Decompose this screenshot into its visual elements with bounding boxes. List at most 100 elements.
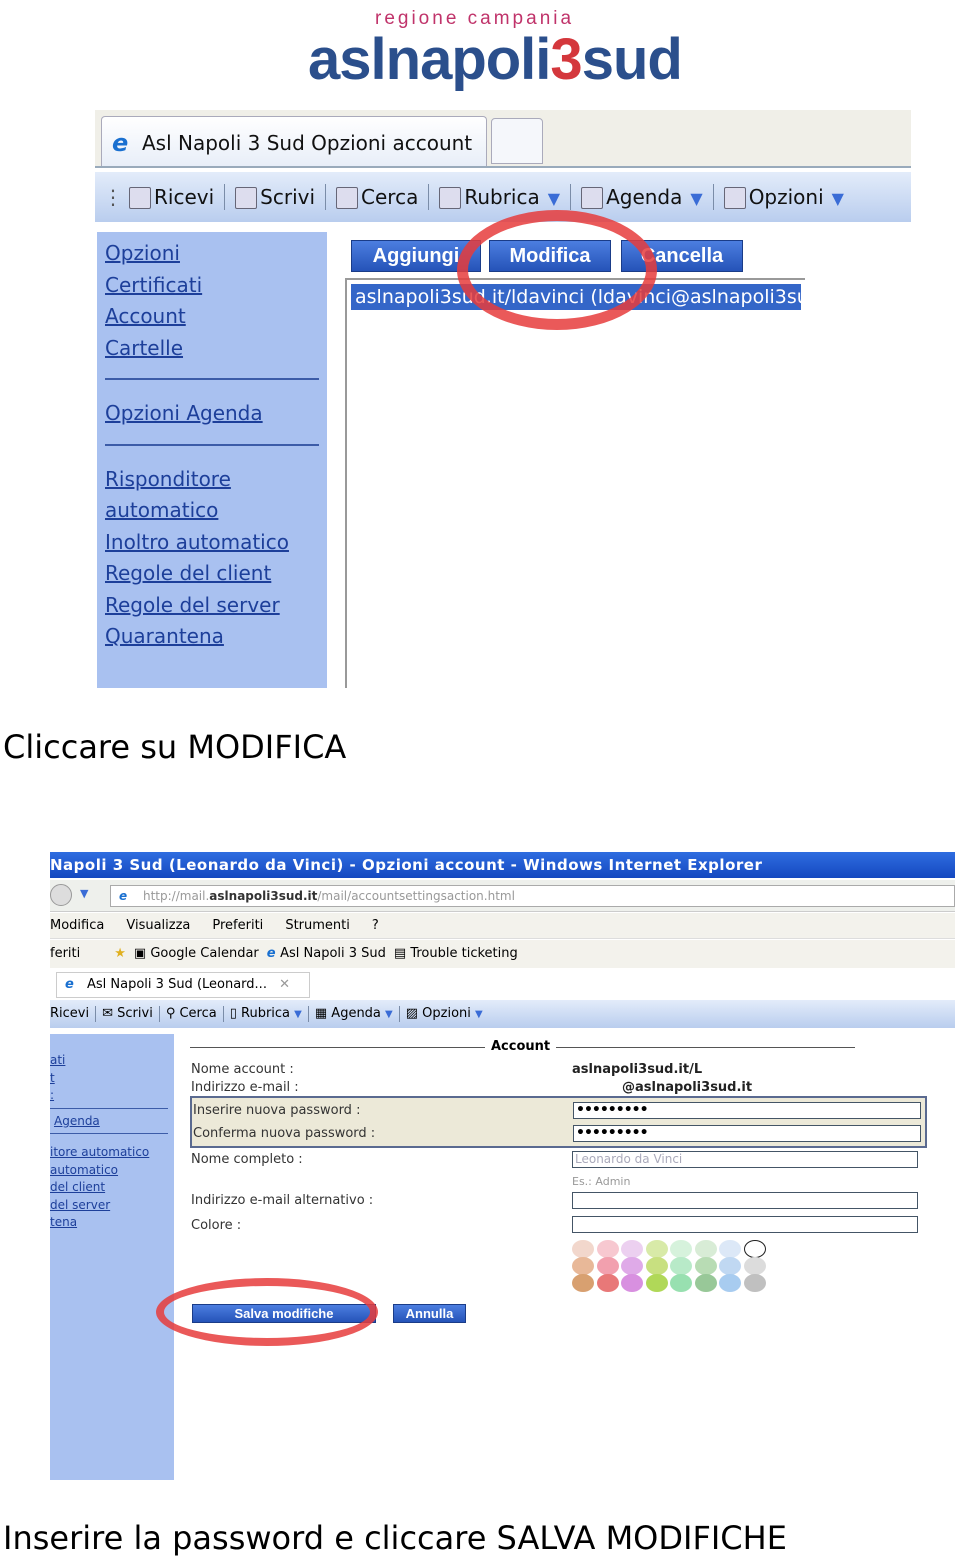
mail-toolbar: Ricevi ✉ Scrivi ⚲ Cerca ▯ Rubrica ▼ ▦ Ag… bbox=[50, 1000, 955, 1028]
toolbar-agenda[interactable]: ▦ Agenda ▼ bbox=[315, 1000, 393, 1029]
toolbar-ricevi[interactable]: Ricevi bbox=[129, 185, 214, 210]
favorites-label[interactable]: feriti bbox=[50, 940, 80, 968]
sidebar-item-regole-server[interactable]: Regole del server bbox=[105, 590, 319, 622]
address-input[interactable]: e http://mail.aslnapoli3sud.it/mail/acco… bbox=[110, 885, 955, 907]
sidebar-item[interactable]: ati bbox=[50, 1052, 174, 1070]
screenshot-step2: Napoli 3 Sud (Leonardo da Vinci) - Opzio… bbox=[50, 850, 955, 1482]
menu-modifica[interactable]: Modifica bbox=[50, 913, 104, 938]
sidebar-item-regole-client[interactable]: Regole del client bbox=[105, 558, 319, 590]
cancel-button[interactable]: Annulla bbox=[393, 1304, 466, 1323]
toolbar-rubrica[interactable]: ▯ Rubrica ▼ bbox=[230, 1000, 302, 1029]
color-swatch[interactable] bbox=[694, 1240, 717, 1258]
chevron-down-icon: ▼ bbox=[475, 1008, 483, 1020]
sidebar-item-opzioni-agenda[interactable]: Opzioni Agenda bbox=[105, 398, 319, 430]
sidebar-item[interactable]: t bbox=[50, 1070, 174, 1088]
color-swatch[interactable] bbox=[596, 1240, 619, 1258]
sidebar-item[interactable]: itore automatico bbox=[50, 1144, 174, 1162]
star-icon[interactable]: ★ bbox=[114, 940, 126, 968]
color-swatch[interactable] bbox=[694, 1257, 717, 1275]
close-icon[interactable]: ✕ bbox=[279, 977, 290, 992]
color-swatch[interactable] bbox=[670, 1274, 692, 1292]
color-swatch[interactable] bbox=[572, 1240, 594, 1258]
color-swatch[interactable] bbox=[719, 1240, 741, 1258]
color-swatch[interactable] bbox=[670, 1240, 692, 1258]
sidebar-item[interactable]: tena bbox=[50, 1214, 174, 1232]
menu-strumenti[interactable]: Strumenti bbox=[285, 913, 350, 938]
color-swatch[interactable] bbox=[572, 1274, 594, 1292]
color-swatch[interactable] bbox=[743, 1257, 766, 1275]
sidebar-item-certificati[interactable]: Certificati bbox=[105, 270, 319, 302]
label: Opzioni bbox=[422, 1005, 471, 1021]
color-swatch[interactable] bbox=[645, 1240, 668, 1258]
screenshot-step1: e Asl Napoli 3 Sud Opzioni account ⋮ Ric… bbox=[95, 110, 911, 690]
ie-icon: e bbox=[119, 889, 128, 903]
confirm-password-input[interactable]: ••••••••• bbox=[573, 1125, 921, 1142]
label: Cerca bbox=[179, 1006, 217, 1021]
toolbar-ricevi[interactable]: Ricevi bbox=[50, 1000, 89, 1028]
sidebar-item[interactable]: del client bbox=[50, 1179, 174, 1197]
label: Rubrica bbox=[464, 184, 540, 209]
color-swatch[interactable] bbox=[719, 1274, 741, 1292]
color-swatch[interactable] bbox=[621, 1274, 643, 1292]
label: Cerca bbox=[361, 184, 419, 209]
color-swatch[interactable] bbox=[645, 1274, 668, 1292]
sidebar-item-account[interactable]: Account bbox=[105, 301, 319, 333]
color-swatch[interactable] bbox=[596, 1274, 619, 1292]
label: Agenda bbox=[606, 184, 683, 209]
toolbar-cerca[interactable]: ⚲ Cerca bbox=[166, 1000, 217, 1028]
fav-google-calendar[interactable]: ▣ Google Calendar bbox=[134, 940, 259, 968]
alt-email-input[interactable] bbox=[572, 1192, 918, 1209]
chevron-down-icon: ▼ bbox=[831, 188, 844, 208]
browser-tab[interactable]: e Asl Napoli 3 Sud (Leonard... ✕ bbox=[56, 972, 310, 998]
new-tab[interactable] bbox=[491, 118, 543, 164]
toolbar-opzioni[interactable]: Opzioni ▼ bbox=[723, 185, 844, 210]
logo-asl: aslnapoli3sud bbox=[308, 27, 683, 92]
sidebar-item-inoltro[interactable]: Inoltro automatico bbox=[105, 527, 319, 559]
color-swatch[interactable] bbox=[743, 1274, 766, 1292]
browser-tab[interactable]: e Asl Napoli 3 Sud Opzioni account bbox=[101, 116, 487, 166]
color-label: Colore : bbox=[191, 1218, 242, 1233]
sidebar-item-cartelle[interactable]: Cartelle bbox=[105, 333, 319, 365]
sidebar-item-quarantena[interactable]: Quarantena bbox=[105, 621, 319, 653]
color-swatch[interactable] bbox=[694, 1274, 717, 1292]
compose-icon: ✉ bbox=[102, 1006, 118, 1021]
sidebar-item-agenda[interactable]: Agenda bbox=[50, 1113, 174, 1131]
menu-preferiti[interactable]: Preferiti bbox=[212, 913, 263, 938]
toolbar-scrivi[interactable]: Scrivi bbox=[235, 185, 315, 210]
fav-trouble-ticketing[interactable]: ▤ Trouble ticketing bbox=[394, 940, 518, 968]
toolbar-rubrica[interactable]: Rubrica ▼ bbox=[439, 185, 560, 210]
menu-help[interactable]: ? bbox=[372, 913, 379, 938]
color-swatch[interactable] bbox=[743, 1240, 766, 1258]
color-swatch[interactable] bbox=[621, 1240, 643, 1258]
toolbar-opzioni[interactable]: ▨ Opzioni ▼ bbox=[406, 1000, 483, 1029]
toolbar-agenda[interactable]: Agenda ▼ bbox=[581, 185, 703, 210]
chevron-down-icon: ▼ bbox=[294, 1008, 302, 1020]
color-swatch[interactable] bbox=[596, 1257, 619, 1275]
divider bbox=[50, 1133, 168, 1134]
mail-toolbar: ⋮ Ricevi Scrivi Cerca Rubrica ▼ Agenda ▼ O… bbox=[95, 172, 911, 222]
sidebar-item-opzioni[interactable]: Opzioni bbox=[105, 238, 319, 270]
fav-asl[interactable]: e Asl Napoli 3 Sud bbox=[267, 940, 386, 968]
color-swatch[interactable] bbox=[719, 1257, 741, 1275]
chevron-down-icon: ▼ bbox=[547, 188, 561, 208]
full-name-label: Nome completo : bbox=[191, 1152, 303, 1167]
back-button[interactable] bbox=[50, 884, 72, 906]
sidebar-item[interactable]: : bbox=[50, 1087, 174, 1105]
menu-visualizza[interactable]: Visualizza bbox=[126, 913, 190, 938]
color-input[interactable] bbox=[572, 1216, 918, 1233]
window-title: Napoli 3 Sud (Leonardo da Vinci) - Opzio… bbox=[50, 852, 955, 878]
chevron-down-icon: ▼ bbox=[385, 1008, 393, 1020]
confirm-password-label: Conferma nuova password : bbox=[193, 1126, 376, 1141]
chevron-down-icon[interactable]: ▼ bbox=[80, 887, 88, 900]
new-password-input[interactable]: ••••••••• bbox=[573, 1102, 921, 1119]
color-swatch[interactable] bbox=[670, 1257, 692, 1275]
sidebar-item[interactable]: automatico bbox=[50, 1162, 174, 1180]
color-swatch[interactable] bbox=[645, 1257, 668, 1275]
toolbar-scrivi[interactable]: ✉ Scrivi bbox=[102, 1000, 153, 1028]
sidebar-item[interactable]: del server bbox=[50, 1197, 174, 1215]
sidebar-item-risponditore[interactable]: Risponditore automatico bbox=[105, 464, 319, 527]
color-swatch[interactable] bbox=[621, 1257, 643, 1275]
color-swatch[interactable] bbox=[572, 1257, 594, 1275]
full-name-input[interactable]: Leonardo da Vinci bbox=[572, 1151, 918, 1168]
toolbar-cerca[interactable]: Cerca bbox=[336, 185, 418, 210]
